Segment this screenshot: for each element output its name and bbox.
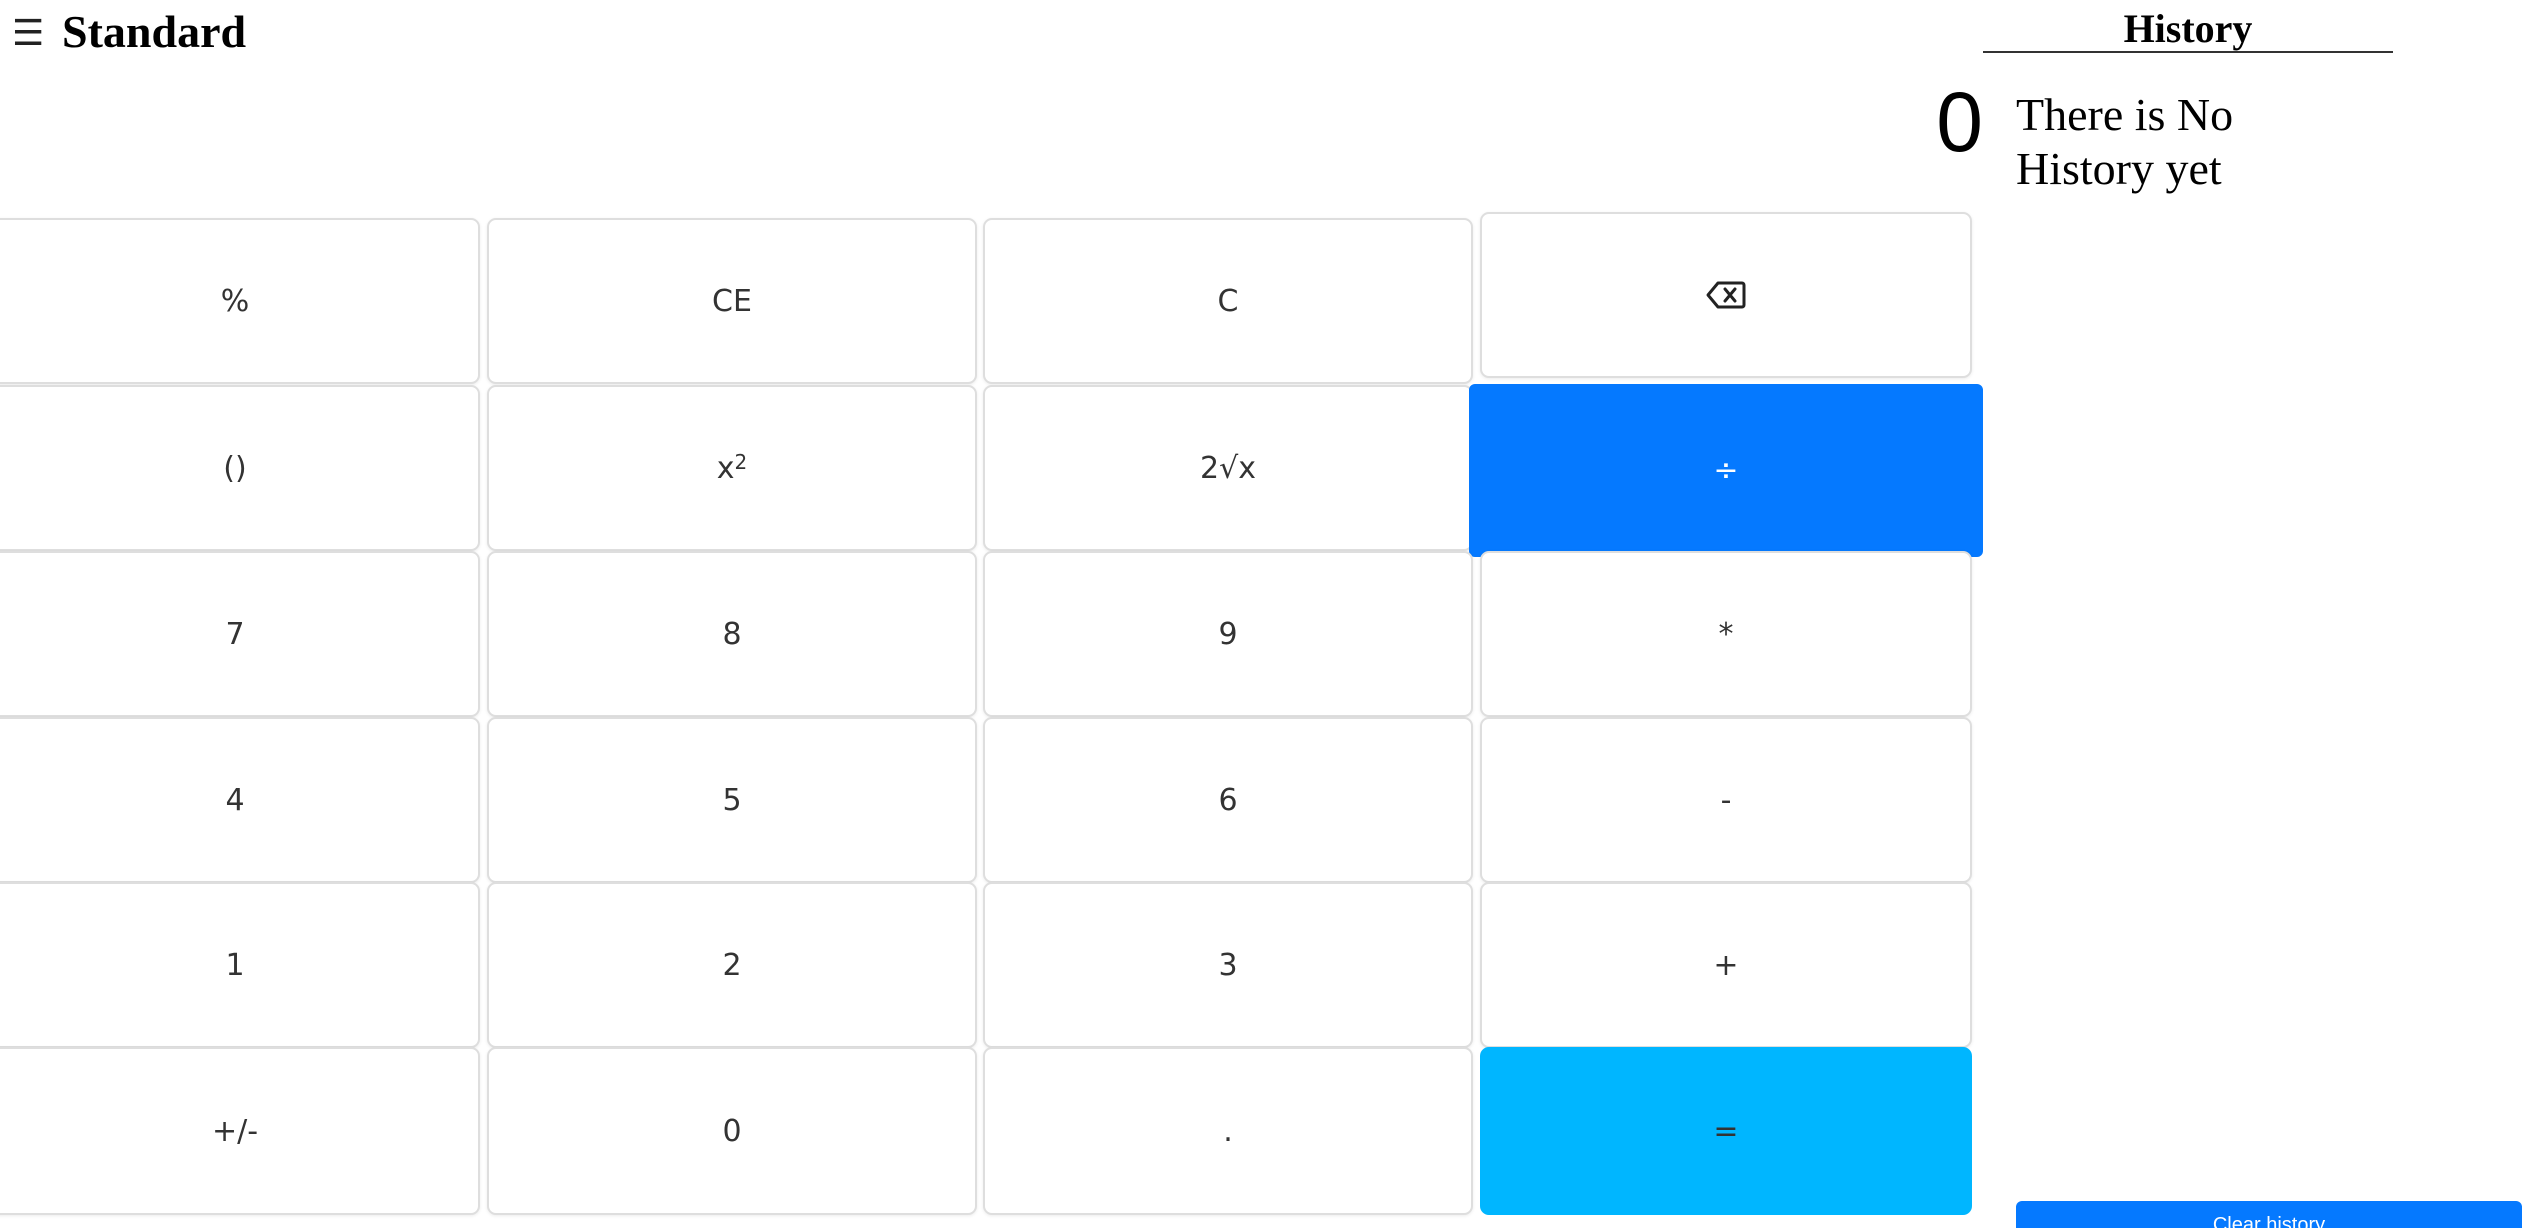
digit-2-button[interactable]: 2 — [487, 882, 977, 1048]
backspace-icon — [1706, 281, 1746, 309]
digit-3-button[interactable]: 3 — [983, 882, 1473, 1048]
digit-5-button[interactable]: 5 — [487, 717, 977, 883]
digit-4-button[interactable]: 4 — [0, 717, 480, 883]
square-button-exponent: 2 — [734, 450, 748, 474]
hamburger-menu-icon[interactable]: ☰ — [12, 14, 44, 54]
plus-button[interactable]: + — [1480, 882, 1972, 1048]
digit-1-button[interactable]: 1 — [0, 882, 480, 1048]
backspace-button[interactable] — [1480, 212, 1972, 378]
history-empty-message: There is No History yet — [2016, 89, 2234, 194]
percent-button[interactable]: % — [0, 218, 480, 384]
digit-9-button[interactable]: 9 — [983, 551, 1473, 717]
equals-button[interactable]: = — [1480, 1047, 1972, 1215]
clear-button[interactable]: C — [983, 218, 1473, 384]
clear-entry-button[interactable]: CE — [487, 218, 977, 384]
divide-button[interactable]: ÷ — [1469, 384, 1983, 557]
minus-button[interactable]: - — [1480, 717, 1972, 883]
calculator-mode-title: Standard — [62, 6, 247, 57]
decimal-point-button[interactable]: . — [983, 1047, 1473, 1215]
history-title: History — [1983, 6, 2393, 53]
display-value: 0 — [1936, 75, 1983, 169]
square-button-base: x — [716, 450, 735, 486]
digit-8-button[interactable]: 8 — [487, 551, 977, 717]
digit-7-button[interactable]: 7 — [0, 551, 480, 717]
parentheses-button[interactable]: () — [0, 385, 480, 551]
digit-0-button[interactable]: 0 — [487, 1047, 977, 1215]
negate-button[interactable]: +/- — [0, 1047, 480, 1215]
digit-6-button[interactable]: 6 — [983, 717, 1473, 883]
multiply-button[interactable]: * — [1480, 551, 1972, 717]
square-button[interactable]: x2 — [487, 385, 977, 551]
clear-history-button[interactable]: Clear history — [2016, 1201, 2522, 1228]
square-root-button[interactable]: 2√x — [983, 385, 1473, 551]
